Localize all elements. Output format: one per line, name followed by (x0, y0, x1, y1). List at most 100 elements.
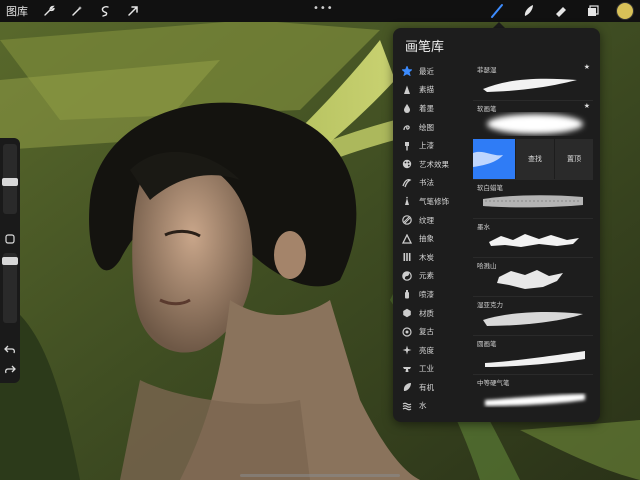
star-icon: ★ (583, 102, 590, 110)
retro-icon (401, 326, 413, 338)
category-label: 亮度 (419, 345, 434, 355)
active-color (616, 2, 634, 20)
category-artistic[interactable]: 艺术效果 (401, 155, 467, 174)
brush-item[interactable]: 哈溅山 (473, 257, 593, 296)
category-label: 抽象 (419, 234, 434, 244)
triangle-icon (401, 233, 413, 245)
category-elements[interactable]: 元素 (401, 267, 467, 286)
category-label: 材质 (419, 308, 434, 318)
category-label: 元素 (419, 271, 434, 281)
opacity-slider[interactable] (2, 253, 18, 323)
category-calligraphy[interactable]: 书法 (401, 174, 467, 193)
brush-stroke-preview (489, 234, 579, 247)
airbrush-icon (401, 195, 413, 207)
toolbar-right-group (474, 2, 634, 20)
brush-stroke-preview (483, 78, 577, 92)
home-indicator (240, 474, 400, 477)
brush-stroke-preview (485, 394, 585, 406)
category-label: 最近 (419, 66, 434, 76)
top-toolbar: 图库 ••• (0, 0, 640, 22)
left-sidebar (0, 138, 20, 383)
square-modifier-icon[interactable] (3, 232, 17, 246)
category-label: 工业 (419, 364, 434, 374)
wrench-icon[interactable] (40, 2, 58, 20)
category-label: 上漆 (419, 141, 434, 151)
category-sketch[interactable]: 素描 (401, 81, 467, 100)
waves-icon (401, 400, 413, 412)
category-label: 有机 (419, 382, 434, 392)
brush-category-list: 最近 素描 着墨 绘图 上漆 艺术效果 书法 气笔修饰 纹理 抽象 木炭 元素 … (401, 62, 467, 415)
category-label: 喷漆 (419, 289, 434, 299)
category-industrial[interactable]: 工业 (401, 360, 467, 379)
star-icon: ★ (583, 63, 590, 71)
selected-brush-swatch[interactable] (473, 139, 515, 179)
paint-brush-icon (401, 140, 413, 152)
more-options[interactable]: ••• (313, 3, 334, 14)
charcoal-icon (401, 251, 413, 263)
category-label: 着墨 (419, 103, 434, 113)
opacity-thumb[interactable] (2, 257, 18, 265)
brush-item[interactable]: 软白蜡笔 (473, 179, 593, 218)
magic-wand-icon[interactable] (68, 2, 86, 20)
color-picker-swatch[interactable] (616, 2, 634, 20)
brush-swipe-row: 查找 置顶 (473, 139, 593, 179)
category-recent[interactable]: 最近 (401, 62, 467, 81)
brush-size-thumb[interactable] (2, 178, 18, 186)
brush-library-panel: 画笔库 最近 素描 着墨 绘图 上漆 艺术效果 书法 气笔修饰 纹理 抽象 木炭… (393, 28, 600, 422)
category-abstract[interactable]: 抽象 (401, 229, 467, 248)
category-vintage[interactable]: 复古 (401, 322, 467, 341)
category-label: 纹理 (419, 215, 434, 225)
category-label: 气笔修饰 (419, 196, 449, 206)
brush-stroke-preview (483, 312, 583, 326)
brush-list: 菲瑟湿 ★ 软画笔 ★ 查找 置顶 软白蜡笔 墨水 哈溅山 湿亚克力 圆画笔 中… (473, 62, 593, 413)
brush-item[interactable]: 墨水 (473, 218, 593, 257)
category-label: 素描 (419, 85, 434, 95)
category-label: 木炭 (419, 252, 434, 262)
brush-item[interactable]: 圆画笔 (473, 335, 593, 374)
star-icon (401, 65, 413, 77)
category-charcoal[interactable]: 木炭 (401, 248, 467, 267)
eraser-icon[interactable] (552, 2, 570, 20)
find-action-button[interactable]: 查找 (515, 139, 554, 179)
redo-icon[interactable] (3, 362, 17, 376)
category-airbrushing[interactable]: 气笔修饰 (401, 192, 467, 211)
category-organic[interactable]: 有机 (401, 378, 467, 397)
selection-icon[interactable] (96, 2, 114, 20)
category-painting[interactable]: 上漆 (401, 136, 467, 155)
swirl-icon (401, 121, 413, 133)
brush-icon[interactable] (488, 2, 506, 20)
gallery-button[interactable]: 图库 (6, 3, 28, 19)
category-label: 绘图 (419, 122, 434, 132)
transform-arrow-icon[interactable] (124, 2, 142, 20)
brush-stroke-preview (483, 195, 583, 208)
anvil-icon (401, 363, 413, 375)
category-water[interactable]: 水 (401, 397, 467, 416)
pencil-tip-icon (401, 84, 413, 96)
smudge-icon[interactable] (520, 2, 538, 20)
brush-item[interactable]: 菲瑟湿 ★ (473, 62, 593, 100)
brush-item[interactable]: 软画笔 ★ (473, 100, 593, 139)
pin-top-action-button[interactable]: 置顶 (554, 139, 593, 179)
undo-icon[interactable] (3, 342, 17, 356)
category-luminance[interactable]: 亮度 (401, 341, 467, 360)
leaf-icon (401, 381, 413, 393)
panel-title: 画笔库 (405, 40, 445, 55)
category-label: 复古 (419, 327, 434, 337)
layers-icon[interactable] (584, 2, 602, 20)
ink-drop-icon (401, 102, 413, 114)
texture-icon (401, 214, 413, 226)
brush-size-slider[interactable] (2, 144, 18, 214)
brush-item[interactable]: 中等硬气笔 (473, 374, 593, 413)
brush-stroke-preview (497, 270, 563, 289)
category-label: 艺术效果 (419, 159, 449, 169)
category-materials[interactable]: 材质 (401, 304, 467, 323)
brush-stroke-preview (485, 351, 585, 367)
category-drawing[interactable]: 绘图 (401, 118, 467, 137)
brush-stroke-preview (487, 114, 583, 134)
category-textures[interactable]: 纹理 (401, 211, 467, 230)
brush-item[interactable]: 湿亚克力 (473, 296, 593, 335)
yin-yang-icon (401, 270, 413, 282)
category-inking[interactable]: 着墨 (401, 99, 467, 118)
spray-can-icon (401, 288, 413, 300)
category-spraypaints[interactable]: 喷漆 (401, 285, 467, 304)
